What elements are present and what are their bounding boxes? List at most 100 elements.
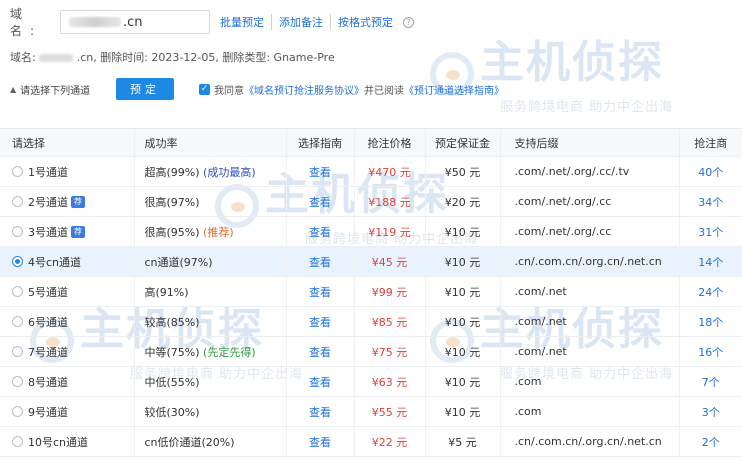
domain-input[interactable]: .cn bbox=[60, 10, 210, 34]
guide-cell: 查看 bbox=[286, 366, 355, 397]
deposit-cell: ¥10 元 bbox=[425, 396, 501, 427]
price-cell: ¥55 元 bbox=[354, 396, 426, 427]
table-row[interactable]: 3号通道荐很高(95%) (推荐) 查看 ¥119 元 ¥10 元 .com/.net/… bbox=[0, 216, 742, 247]
success-rate-cell: 中低(55%) bbox=[134, 366, 287, 397]
registrar-count-link[interactable]: 34个 bbox=[698, 196, 723, 209]
price: ¥75 元 bbox=[371, 345, 408, 359]
channel-cell[interactable]: 2号通道荐 bbox=[0, 186, 135, 217]
deposit: ¥10 元 bbox=[444, 255, 481, 269]
channel-cell[interactable]: 7号通道 bbox=[0, 336, 135, 367]
view-guide-link[interactable]: 查看 bbox=[309, 256, 331, 269]
success-rate-cell: cn低价通道(20%) bbox=[134, 426, 287, 457]
registrar-count-link[interactable]: 2个 bbox=[702, 436, 720, 449]
view-guide-link[interactable]: 查看 bbox=[309, 316, 331, 329]
registrar-count-link[interactable]: 24个 bbox=[698, 286, 723, 299]
deposit: ¥10 元 bbox=[444, 375, 481, 389]
view-guide-link[interactable]: 查看 bbox=[309, 166, 331, 179]
view-guide-link[interactable]: 查看 bbox=[309, 226, 331, 239]
batch-reserve-link[interactable]: 批量预定 bbox=[220, 14, 271, 30]
format-reserve-link[interactable]: 按格式预定 bbox=[330, 14, 400, 30]
success-rate: 较低(30%) bbox=[144, 405, 200, 419]
suffix-cell: .cn/.com.cn/.org.cn/.net.cn bbox=[500, 426, 680, 457]
view-guide-link[interactable]: 查看 bbox=[309, 346, 331, 359]
price-cell: ¥85 元 bbox=[354, 306, 426, 337]
suffix-cell: .com bbox=[500, 366, 680, 397]
registrar-count-cell: 3个 bbox=[679, 396, 742, 427]
registrar-count-link[interactable]: 40个 bbox=[698, 166, 723, 179]
table-row[interactable]: 6号通道 较高(85%) 查看 ¥85 元 ¥10 元 .com/.net 18个 bbox=[0, 306, 742, 337]
registrar-count-link[interactable]: 31个 bbox=[698, 226, 723, 239]
table-row[interactable]: 4号cn通道 cn通道(97%) 查看 ¥45 元 ¥10 元 .cn/.com.cn/.… bbox=[0, 246, 742, 277]
channel-radio[interactable] bbox=[12, 196, 23, 207]
view-guide-link[interactable]: 查看 bbox=[309, 436, 331, 449]
service-agreement-link[interactable]: 《域名预订抢注服务协议》 bbox=[244, 82, 364, 97]
table-row[interactable]: 2号通道荐很高(97%) 查看 ¥188 元 ¥20 元 .com/.net/.org/… bbox=[0, 186, 742, 217]
price: ¥119 元 bbox=[368, 225, 411, 239]
registrar-count-link[interactable]: 3个 bbox=[702, 406, 720, 419]
table-row[interactable]: 7号通道 中等(75%) (先定先得) 查看 ¥75 元 ¥10 元 .com/.net 1… bbox=[0, 336, 742, 367]
suffix: .com/.net/.org/.cc bbox=[514, 195, 612, 208]
view-guide-link[interactable]: 查看 bbox=[309, 376, 331, 389]
deposit: ¥10 元 bbox=[444, 285, 481, 299]
table-row[interactable]: 10号cn通道 cn低价通道(20%) 查看 ¥22 元 ¥5 元 .cn/.com.cn… bbox=[0, 426, 742, 457]
guide-cell: 查看 bbox=[286, 276, 355, 307]
deposit: ¥10 元 bbox=[444, 315, 481, 329]
registrar-count-link[interactable]: 14个 bbox=[698, 256, 723, 269]
question-circle-icon[interactable]: ? bbox=[403, 16, 414, 28]
registrar-count-cell: 7个 bbox=[679, 366, 742, 397]
add-note-link[interactable]: 添加备注 bbox=[271, 14, 330, 30]
price: ¥85 元 bbox=[371, 315, 408, 329]
recommend-badge: 荐 bbox=[71, 225, 85, 238]
guide-cell: 查看 bbox=[286, 246, 355, 277]
view-guide-link[interactable]: 查看 bbox=[309, 196, 331, 209]
channel-cell[interactable]: 9号通道 bbox=[0, 396, 135, 427]
table-row[interactable]: 8号通道 中低(55%) 查看 ¥63 元 ¥10 元 .com 7个 bbox=[0, 366, 742, 397]
channel-guide-link[interactable]: 《预订通道选择指南》 bbox=[404, 82, 504, 97]
channel-name: 10号cn通道 bbox=[28, 435, 89, 449]
registrar-count-link[interactable]: 18个 bbox=[698, 316, 723, 329]
channel-cell[interactable]: 1号通道 bbox=[0, 156, 135, 187]
channel-cell[interactable]: 6号通道 bbox=[0, 306, 135, 337]
channel-radio[interactable] bbox=[12, 286, 23, 297]
channel-cell[interactable]: 8号通道 bbox=[0, 366, 135, 397]
price-cell: ¥188 元 bbox=[354, 186, 426, 217]
guide-cell: 查看 bbox=[286, 156, 355, 187]
channel-radio[interactable] bbox=[12, 346, 23, 357]
channel-radio[interactable] bbox=[12, 316, 23, 327]
domain-value: .cn bbox=[123, 14, 143, 30]
table-row[interactable]: 5号通道 高(91%) 查看 ¥99 元 ¥10 元 .com/.net 24个 bbox=[0, 276, 742, 307]
channel-radio[interactable] bbox=[12, 256, 23, 267]
recommend-badge: 荐 bbox=[71, 195, 85, 208]
table-row[interactable]: 9号通道 较低(30%) 查看 ¥55 元 ¥10 元 .com 3个 bbox=[0, 396, 742, 427]
guide-cell: 查看 bbox=[286, 216, 355, 247]
rate-note: (推荐) bbox=[203, 225, 234, 239]
suffix: .com bbox=[514, 375, 542, 388]
success-rate: 很高(95%) bbox=[144, 225, 200, 239]
registrar-count-link[interactable]: 16个 bbox=[698, 346, 723, 359]
suffix-cell: .com/.net bbox=[500, 276, 680, 307]
channel-radio[interactable] bbox=[12, 166, 23, 177]
channel-select[interactable]: ▲ 请选择下列通道 bbox=[10, 82, 116, 97]
registrar-count-link[interactable]: 7个 bbox=[702, 376, 720, 389]
view-guide-link[interactable]: 查看 bbox=[309, 406, 331, 419]
success-rate: 高(91%) bbox=[144, 285, 189, 299]
channel-radio[interactable] bbox=[12, 226, 23, 237]
channel-name: 3号通道 bbox=[28, 225, 68, 239]
suffix-cell: .com/.net bbox=[500, 336, 680, 367]
agree-checkbox[interactable]: ✓ bbox=[199, 83, 210, 95]
guide-cell: 查看 bbox=[286, 186, 355, 217]
channel-name: 9号通道 bbox=[28, 405, 68, 419]
channel-cell[interactable]: 5号通道 bbox=[0, 276, 135, 307]
reserve-button[interactable]: 预定 bbox=[116, 78, 174, 100]
channel-radio[interactable] bbox=[12, 376, 23, 387]
table-row[interactable]: 1号通道 超高(99%) (成功最高) 查看 ¥470 元 ¥50 元 .com/.net… bbox=[0, 156, 742, 187]
channel-radio[interactable] bbox=[12, 436, 23, 447]
channel-cell[interactable]: 4号cn通道 bbox=[0, 246, 135, 277]
suffix-cell: .com/.net/.org/.cc/.tv bbox=[500, 156, 680, 187]
channel-cell[interactable]: 10号cn通道 bbox=[0, 426, 135, 457]
channel-radio[interactable] bbox=[12, 406, 23, 417]
channel-name: 1号通道 bbox=[28, 165, 68, 179]
view-guide-link[interactable]: 查看 bbox=[309, 286, 331, 299]
registrar-count-cell: 24个 bbox=[679, 276, 742, 307]
channel-cell[interactable]: 3号通道荐 bbox=[0, 216, 135, 247]
